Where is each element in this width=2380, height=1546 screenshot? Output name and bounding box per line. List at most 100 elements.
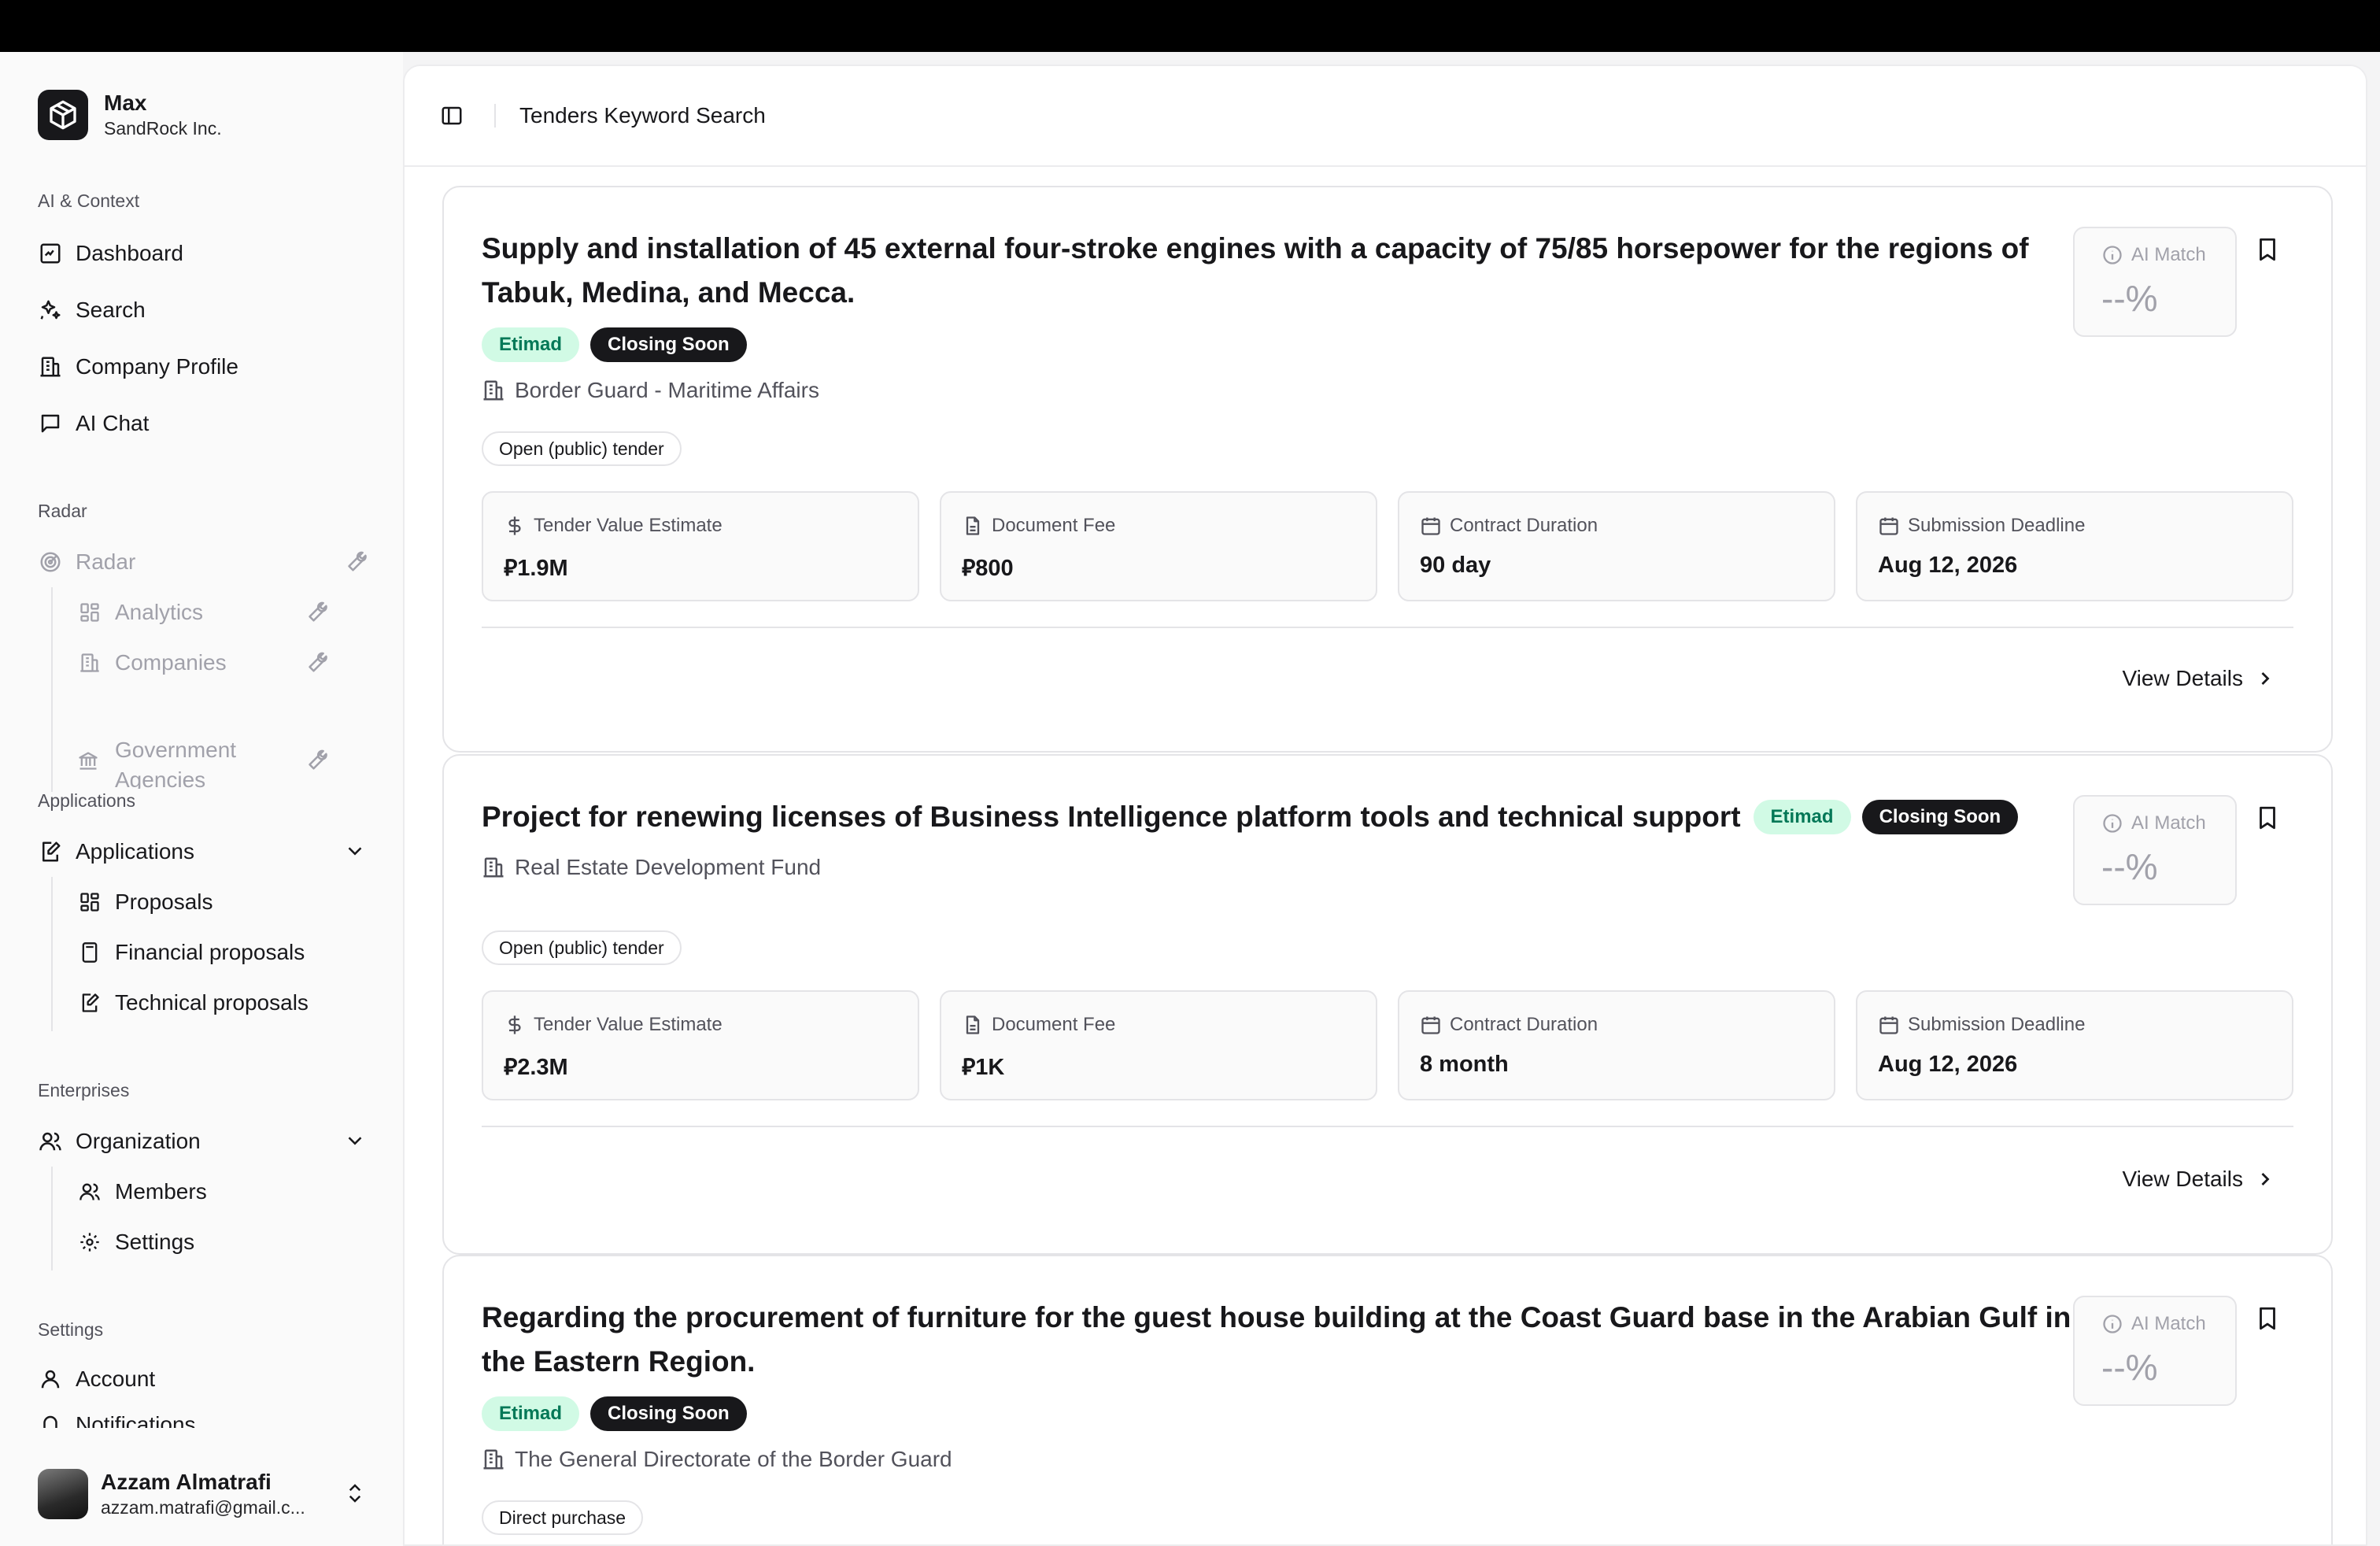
- stat-label: Tender Value Estimate: [534, 1014, 722, 1035]
- stat-label: Contract Duration: [1450, 515, 1598, 536]
- sidebar-item-label: Organization: [76, 1129, 201, 1153]
- sidebar-item-notifications[interactable]: Notifications: [38, 1404, 368, 1428]
- view-details-button[interactable]: View Details: [2122, 666, 2276, 691]
- stat-label: Document Fee: [992, 1014, 1116, 1035]
- group-label-applications: Applications: [38, 790, 136, 811]
- bell-icon: [38, 1412, 63, 1428]
- breadcrumb: Tenders Keyword Search: [519, 103, 766, 128]
- ai-match-box: AI Match --%: [2073, 227, 2237, 337]
- building-icon: [482, 1448, 505, 1471]
- sidebar-item-proposals[interactable]: Proposals: [77, 880, 368, 924]
- info-icon: [2101, 244, 2123, 266]
- sidebar-item-settings[interactable]: Settings: [77, 1220, 368, 1264]
- agency: Real Estate Development Fund: [482, 855, 821, 880]
- dashboard-icon: [38, 241, 63, 266]
- wrench-icon: [343, 549, 368, 575]
- sidebar-item-organization[interactable]: Organization: [38, 1119, 368, 1163]
- user-menu[interactable]: Azzam Almatrafi azzam.matrafi@gmail.c...: [38, 1456, 368, 1532]
- calculator-icon: [77, 940, 102, 965]
- sparkles-icon: [38, 298, 63, 323]
- user-email: azzam.matrafi@gmail.c...: [101, 1497, 305, 1518]
- users-icon: [38, 1129, 63, 1154]
- tender-title[interactable]: Project for renewing licenses of Busines…: [482, 795, 1741, 839]
- stat-contract-duration: Contract Duration 8 month: [1398, 990, 1835, 1100]
- bookmark-icon: [2260, 1307, 2275, 1330]
- sidebar-item-analytics[interactable]: Analytics: [77, 590, 368, 634]
- file-edit-icon: [38, 839, 63, 864]
- brand-org: SandRock Inc.: [104, 118, 222, 139]
- stat-contract-duration: Contract Duration 90 day: [1398, 491, 1835, 601]
- wrench-icon: [304, 650, 329, 675]
- sidebar-item-financial-proposals[interactable]: Financial proposals: [77, 930, 368, 975]
- tender-title[interactable]: Supply and installation of 45 external f…: [482, 227, 2103, 315]
- status-badge: Closing Soon: [1861, 800, 2019, 834]
- sidebar-item-company-profile[interactable]: Company Profile: [38, 345, 368, 389]
- sidebar-item-members[interactable]: Members: [77, 1170, 368, 1214]
- bookmark-button[interactable]: [2254, 804, 2281, 831]
- sidebar-item-dashboard[interactable]: Dashboard: [38, 231, 368, 276]
- ai-match-label: AI Match: [2131, 1313, 2206, 1334]
- stat-submission-deadline: Submission Deadline Aug 12, 2026: [1856, 491, 2293, 601]
- cube-logo-icon: [38, 90, 88, 140]
- sidebar-item-radar[interactable]: Radar: [38, 540, 368, 584]
- sidebar-item-label: Dashboard: [76, 241, 183, 265]
- sidebar-item-account[interactable]: Account: [38, 1357, 368, 1401]
- org-switcher[interactable]: Max SandRock Inc.: [38, 90, 222, 140]
- sidebar-item-ai-chat[interactable]: AI Chat: [38, 401, 368, 446]
- dollar-icon: [504, 1014, 526, 1036]
- chevrons-up-down-icon: [343, 1481, 368, 1507]
- agency: The General Directorate of the Border Gu…: [482, 1447, 952, 1472]
- status-badge: Closing Soon: [590, 327, 747, 362]
- building-icon: [38, 354, 63, 379]
- page-header: Tenders Keyword Search: [405, 66, 2366, 167]
- sidebar-item-search[interactable]: Search: [38, 288, 368, 332]
- stat-document-fee: Document Fee ⃁800: [940, 491, 1377, 601]
- stat-value: 2.3M: [517, 1055, 568, 1080]
- tender-type-chip: Open (public) tender: [482, 930, 682, 965]
- gear-icon: [77, 1230, 102, 1255]
- tender-title[interactable]: Regarding the procurement of furniture f…: [482, 1296, 2103, 1384]
- card-divider: [482, 1126, 2293, 1127]
- stat-tender-value: Tender Value Estimate ⃁1.9M: [482, 491, 919, 601]
- ai-match-value: --%: [2101, 1347, 2158, 1388]
- tender-card: Project for renewing licenses of Busines…: [442, 754, 2333, 1255]
- riyal-icon: ⃁: [504, 1055, 518, 1080]
- grid-icon: [77, 890, 102, 915]
- group-label-enterprises: Enterprises: [38, 1080, 130, 1100]
- view-details-button[interactable]: View Details: [2122, 1167, 2276, 1192]
- sidebar-toggle-button[interactable]: [433, 97, 471, 135]
- sidebar-item-technical-proposals[interactable]: Technical proposals: [77, 981, 368, 1025]
- bookmark-icon: [2260, 238, 2275, 261]
- wrench-icon: [304, 748, 329, 773]
- user-name: Azzam Almatrafi: [101, 1470, 272, 1494]
- stat-document-fee: Document Fee ⃁1K: [940, 990, 1377, 1100]
- ai-match-box: AI Match --%: [2073, 1296, 2237, 1406]
- sidebar-item-applications[interactable]: Applications: [38, 830, 368, 874]
- sidebar-item-label: Notifications: [76, 1412, 196, 1428]
- calendar-icon: [1420, 1014, 1442, 1036]
- group-label-radar: Radar: [38, 501, 87, 521]
- stat-value: 800: [975, 556, 1014, 581]
- sidebar-item-companies[interactable]: Companies: [77, 641, 368, 685]
- sidebar-item-government-agencies[interactable]: Government Agencies: [77, 732, 368, 789]
- group-label-ai-context: AI & Context: [38, 190, 140, 211]
- source-badge: Etimad: [482, 327, 580, 362]
- bookmark-button[interactable]: [2254, 1305, 2281, 1332]
- sidebar-item-label: Analytics: [115, 600, 204, 624]
- grid-icon: [77, 600, 102, 625]
- radar-icon: [38, 549, 63, 575]
- tender-card: Supply and installation of 45 external f…: [442, 186, 2333, 753]
- sidebar-item-label: Company Profile: [76, 354, 238, 379]
- bookmark-button[interactable]: [2254, 236, 2281, 263]
- sidebar: Max SandRock Inc. AI & Context Dashboard…: [0, 52, 403, 1546]
- calendar-icon: [1420, 515, 1442, 537]
- calendar-icon: [1878, 1014, 1900, 1036]
- file-icon: [962, 515, 984, 537]
- stat-value: 8 month: [1420, 1052, 1509, 1077]
- stat-value: 1K: [975, 1055, 1005, 1080]
- info-icon: [2101, 812, 2123, 834]
- sidebar-item-label: Technical proposals: [115, 990, 309, 1015]
- users-icon: [77, 1179, 102, 1204]
- tender-card: Regarding the procurement of furniture f…: [442, 1255, 2333, 1544]
- sidebar-item-label: AI Chat: [76, 411, 150, 435]
